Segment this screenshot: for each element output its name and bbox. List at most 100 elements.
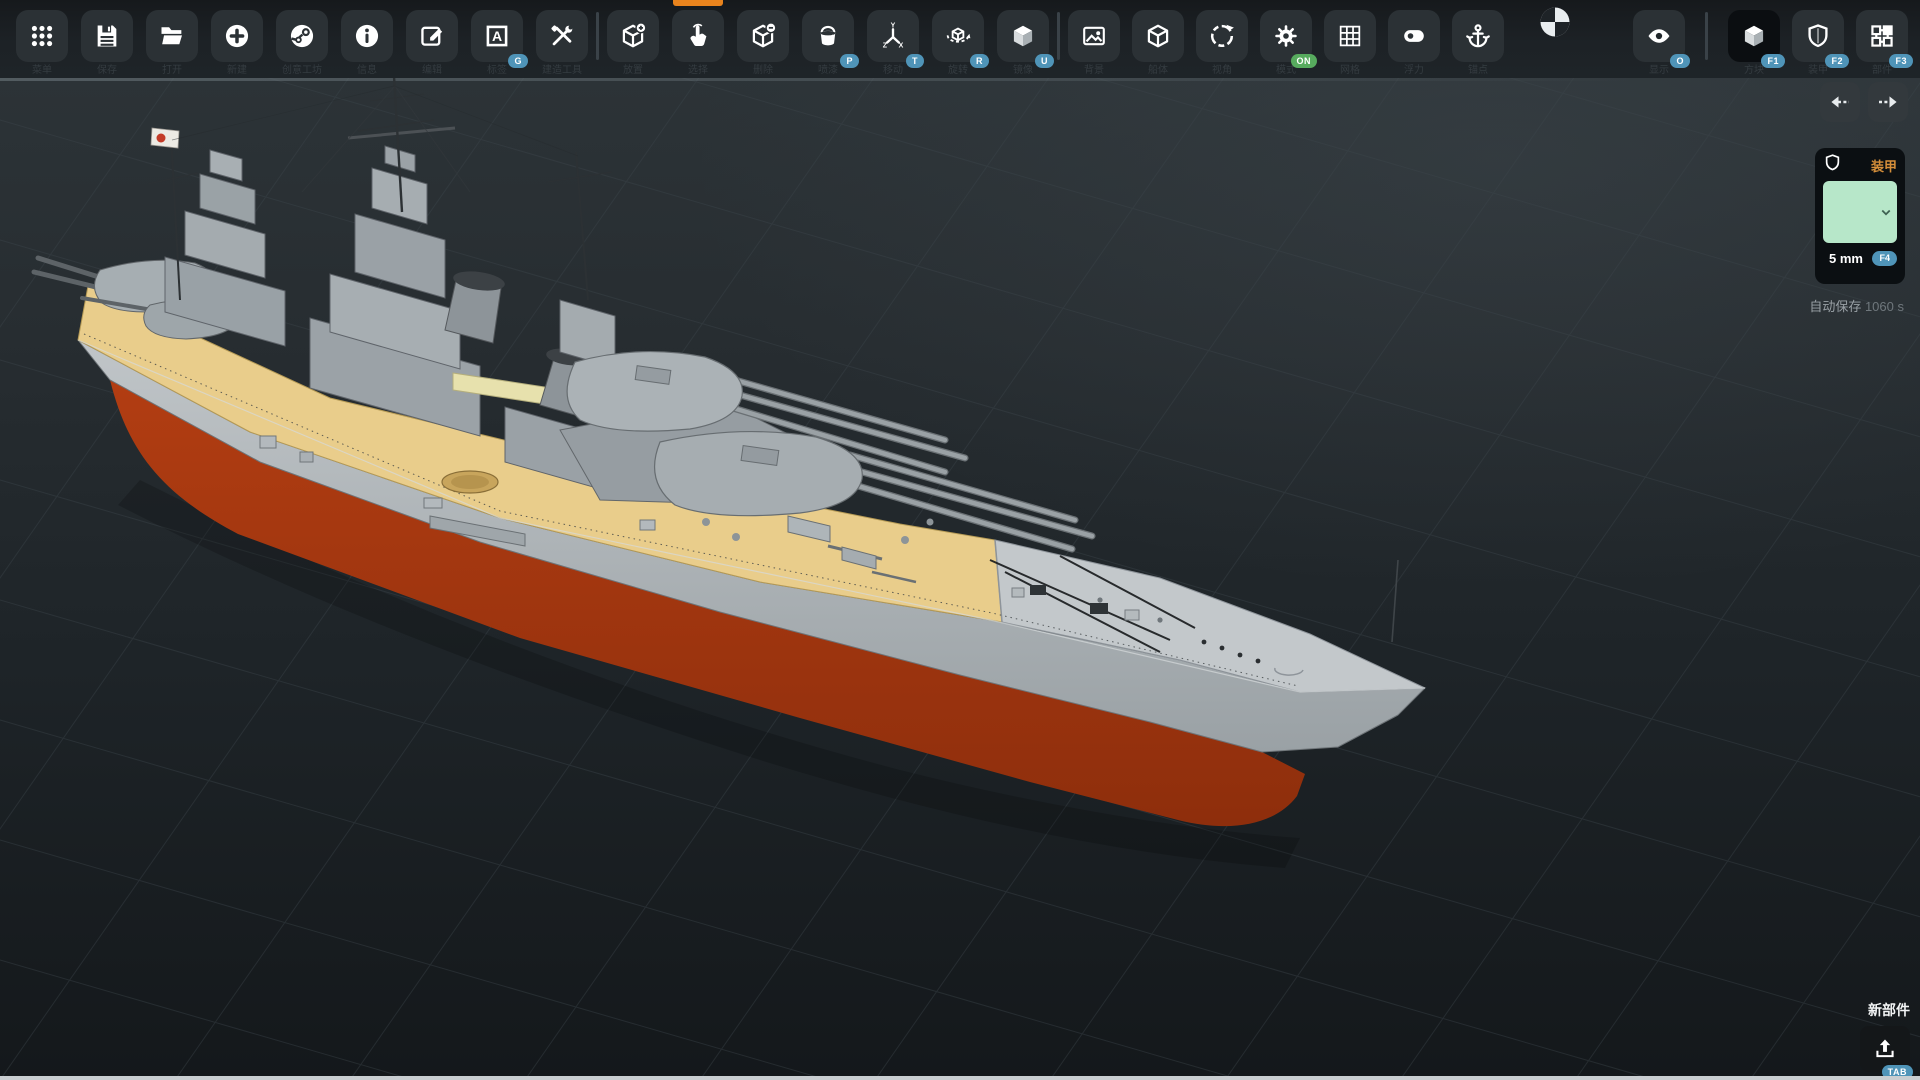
grid-horizon-line	[0, 78, 1920, 81]
folder-open-button[interactable]	[146, 10, 198, 62]
new-part-button[interactable]: TAB	[1860, 1026, 1910, 1072]
toolbar-group: 菜单保存打开新建创意工坊信息编辑AG标签建造工具	[16, 10, 588, 76]
cube-add-button[interactable]	[607, 10, 659, 62]
tools-button[interactable]	[536, 10, 588, 62]
toolbar-item-label: 背景	[1084, 65, 1104, 76]
armor-panel-title: 装甲	[1871, 156, 1897, 175]
toolbar-item-cube-solid: F1方块	[1728, 10, 1780, 76]
apps-grid-button[interactable]	[16, 10, 68, 62]
toolbar-item-hand-select: 选择	[672, 10, 724, 76]
image-icon	[1080, 22, 1108, 50]
cube-outline-icon	[1144, 22, 1172, 50]
toolbar-item-info: 信息	[341, 10, 393, 76]
info-button[interactable]	[341, 10, 393, 62]
save-button[interactable]	[81, 10, 133, 62]
new-part-label: 新部件	[1860, 1000, 1910, 1020]
orientation-marker-icon	[1538, 5, 1572, 39]
toolbar-item-paint-bucket: P 喷漆	[802, 10, 854, 76]
add-circle-button[interactable]	[211, 10, 263, 62]
edit-icon	[418, 22, 446, 50]
hotkey-badge: U	[1035, 54, 1054, 68]
toolbar-item-shield: F2装甲	[1792, 10, 1844, 76]
modules-button[interactable]: F3	[1856, 10, 1908, 62]
grid-lines-button[interactable]	[1324, 10, 1376, 62]
toolbar-item-capsule: 浮力	[1388, 10, 1440, 76]
armor-color-dropdown[interactable]	[1823, 181, 1897, 243]
viewport-3d[interactable]	[0, 78, 1920, 1080]
move-axes-button[interactable]: YZXT	[867, 10, 919, 62]
eye-button[interactable]: O	[1633, 10, 1685, 62]
anchor-button[interactable]	[1452, 10, 1504, 62]
cube-solid-button[interactable]: U	[997, 10, 1049, 62]
paint-bucket-icon	[814, 22, 842, 50]
grid-lines-icon	[1336, 22, 1364, 50]
hotkey-badge: F2	[1825, 54, 1849, 68]
undo-button[interactable]	[1820, 82, 1860, 122]
toolbar-item-move-axes: YZXT移动	[867, 10, 919, 76]
toolbar-item-image: 背景	[1068, 10, 1120, 76]
bottom-panel-handle[interactable]	[0, 1076, 1920, 1080]
toolbar-item-eye: O 显示	[1633, 10, 1685, 76]
text-label-button[interactable]: AG	[471, 10, 523, 62]
toolbar-item-cube-rotate: R 旋转	[932, 10, 984, 76]
app-window: 菜单保存打开新建创意工坊信息编辑AG标签建造工具放置选择删除P喷漆YZXT移动R…	[0, 0, 1920, 1080]
refresh-button[interactable]	[1196, 10, 1248, 62]
cube-solid-icon	[1740, 22, 1768, 50]
hotkey-badge: G	[508, 54, 528, 68]
toolbar-group: 放置选择删除P喷漆YZXT移动R旋转U镜像	[607, 10, 1049, 76]
toolbar-item-cube-add: 放置	[607, 10, 659, 76]
toolbar-item-label: 旋转	[948, 65, 968, 76]
cube-remove-icon	[749, 22, 777, 50]
toolbar-item-gear: ON模式	[1260, 10, 1312, 76]
toolbar-item-label: 菜单	[32, 65, 52, 76]
shield-button[interactable]: F2	[1792, 10, 1844, 62]
steam-button[interactable]	[276, 10, 328, 62]
armor-hotkey-badge: F4	[1872, 251, 1897, 266]
shield-icon	[1804, 22, 1832, 50]
hand-select-icon	[684, 22, 712, 50]
cube-rotate-icon	[944, 22, 972, 50]
redo-arrow-icon	[1876, 90, 1900, 114]
cube-outline-button[interactable]	[1132, 10, 1184, 62]
toolbar-item-label: 喷漆	[818, 65, 838, 76]
active-tool-indicator	[673, 0, 723, 6]
toolbar-item-label: 视角	[1212, 65, 1232, 76]
armor-panel-footer: 5 mm F4	[1823, 251, 1897, 266]
edit-button[interactable]	[406, 10, 458, 62]
toolbar-item-refresh: 视角	[1196, 10, 1248, 76]
toolbar-item-label: 标签	[487, 65, 507, 76]
cube-remove-button[interactable]	[737, 10, 789, 62]
toolbar-item-label: 移动	[883, 65, 903, 76]
undo-arrow-icon	[1828, 90, 1852, 114]
upload-arrow-icon	[1872, 1036, 1898, 1062]
toolbar-item-label: 创意工坊	[282, 65, 322, 76]
toolbar-item-cube-remove: 删除	[737, 10, 789, 76]
redo-button[interactable]	[1868, 82, 1908, 122]
gear-button[interactable]: ON	[1260, 10, 1312, 62]
toolbar-item-label: 浮力	[1404, 65, 1424, 76]
svg-text:Z: Z	[883, 42, 888, 49]
save-icon	[93, 22, 121, 50]
toolbar-item-label: 显示	[1649, 65, 1669, 76]
capsule-button[interactable]	[1388, 10, 1440, 62]
info-icon	[353, 22, 381, 50]
autosave-value: 1060 s	[1865, 299, 1904, 314]
gear-icon	[1272, 22, 1300, 50]
image-button[interactable]	[1068, 10, 1120, 62]
chevron-down-icon	[1877, 203, 1895, 221]
toolbar-item-add-circle: 新建	[211, 10, 263, 76]
hand-select-button[interactable]	[672, 10, 724, 62]
paint-bucket-button[interactable]: P	[802, 10, 854, 62]
svg-text:Y: Y	[891, 23, 896, 30]
toolbar-item-edit: 编辑	[406, 10, 458, 76]
cube-solid-icon	[1009, 22, 1037, 50]
autosave-label: 自动保存	[1809, 299, 1861, 314]
toolbar-divider	[1057, 12, 1060, 60]
anchor-icon	[1464, 22, 1492, 50]
toolbar-item-grid-lines: 网格	[1324, 10, 1376, 76]
toolbar-item-text-label: AG 标签	[471, 10, 523, 76]
armor-thickness-value: 5 mm	[1823, 251, 1863, 266]
toolbar-divider	[1705, 12, 1708, 60]
cube-rotate-button[interactable]: R	[932, 10, 984, 62]
cube-solid-button[interactable]: F1	[1728, 10, 1780, 62]
